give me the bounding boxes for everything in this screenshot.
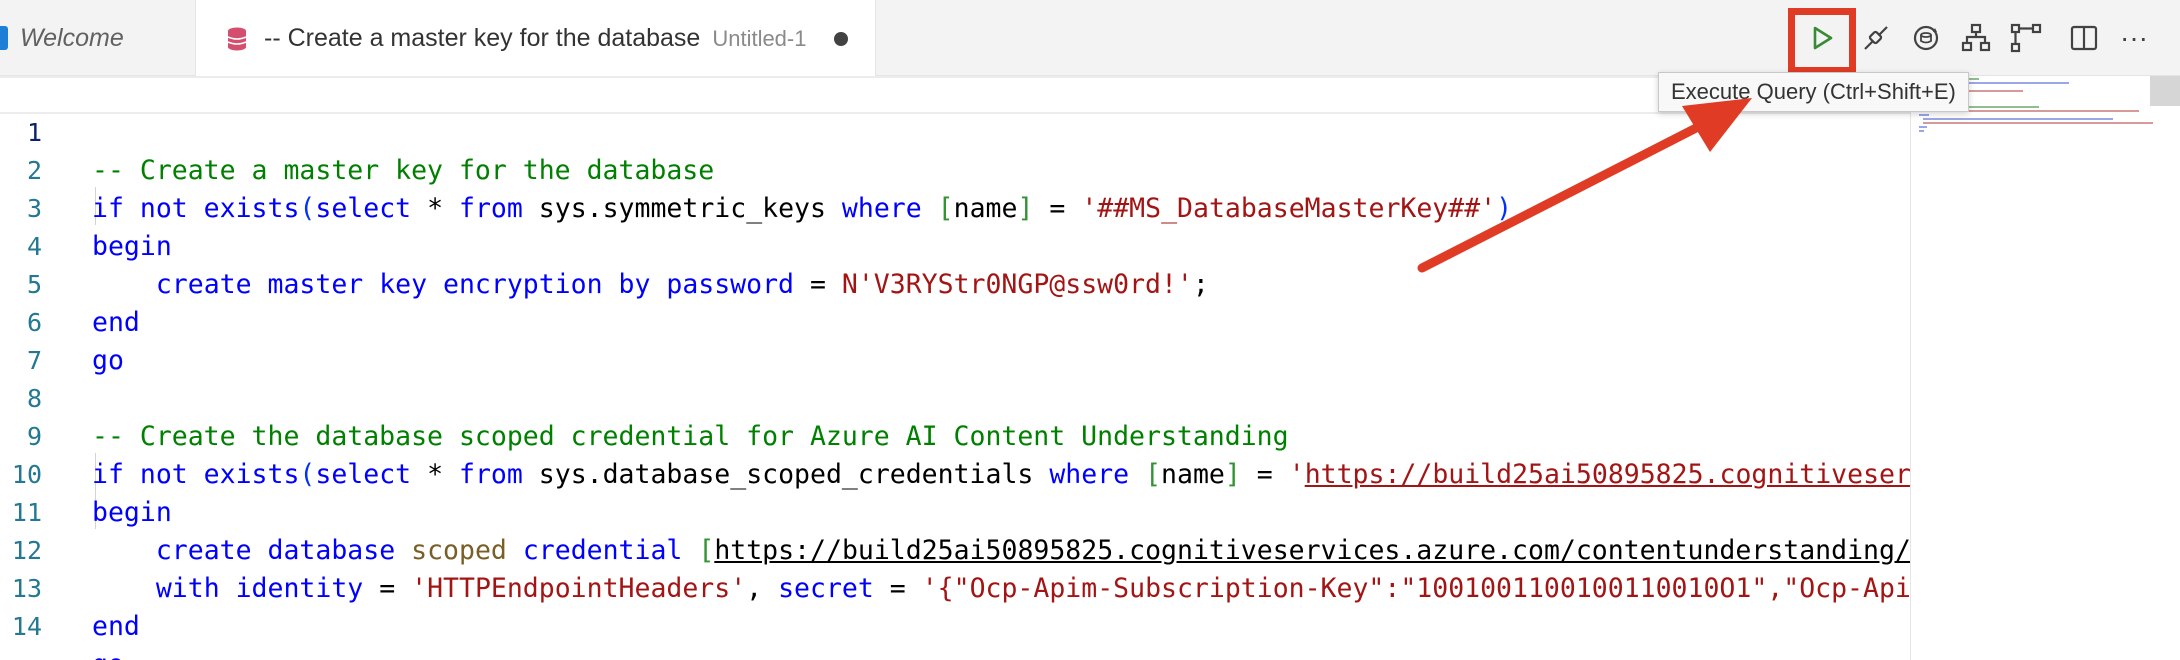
code-line[interactable]: 1 -- Create a master key for the databas… [0, 76, 1910, 186]
minimap-line [1919, 114, 1929, 116]
code-line[interactable]: 7 [0, 304, 1910, 375]
explain-plan-icon [1961, 23, 1991, 52]
connect-button[interactable] [1856, 18, 1896, 58]
scrollbar-thumb[interactable] [2150, 76, 2180, 106]
split-editor-icon [2070, 25, 2098, 51]
code-line[interactable]: 11 create database scoped credential [ht… [0, 456, 1910, 566]
code-line[interactable]: 14 go [0, 570, 1910, 660]
code-line[interactable]: 9 if not exists(select * from sys.databa… [0, 380, 1910, 490]
database-icon [227, 27, 247, 50]
code-editor[interactable]: 1 -- Create a master key for the databas… [0, 76, 1910, 660]
split-editor-button[interactable] [2064, 18, 2104, 58]
editor-tab-bar: Welcome -- Create a master key for the d… [0, 0, 2180, 77]
code-line[interactable]: 2 if not exists(select * from sys.symmet… [0, 114, 1910, 224]
code-line[interactable]: 8 -- Create the database scoped credenti… [0, 342, 1910, 452]
more-actions-button[interactable]: ··· [2114, 18, 2154, 58]
explain-button[interactable] [1956, 18, 1996, 58]
tab-welcome-label: Welcome [20, 23, 124, 52]
code-line[interactable]: 5 end [0, 228, 1910, 338]
code-line[interactable]: 6 go [0, 266, 1910, 376]
minimap-line [1919, 130, 1924, 132]
code-line[interactable]: 12 with identity = 'HTTPEndpointHeaders'… [0, 494, 1910, 604]
code-line[interactable]: 13 end [0, 532, 1910, 642]
line-text: go [92, 646, 124, 660]
minimap-line [1923, 118, 2113, 120]
minimap-line [1919, 126, 1927, 128]
estimated-plan-icon [2010, 23, 2042, 53]
minimap[interactable] [1910, 76, 2180, 660]
code-line[interactable]: 10 begin [0, 418, 1910, 528]
more-actions-icon: ··· [2120, 22, 2148, 53]
code-line[interactable]: 3 begin [0, 152, 1910, 262]
change-connection-button[interactable] [1906, 18, 1946, 58]
run-tooltip: Execute Query (Ctrl+Shift+E) [1658, 72, 1969, 112]
tab-untitled-1[interactable]: -- Create a master key for the database … [196, 0, 876, 77]
unsaved-changes-dot[interactable] [834, 31, 849, 46]
minimap-line [1923, 122, 2153, 124]
app-icon [0, 26, 8, 50]
code-line[interactable]: 4 create master key encryption by passwo… [0, 190, 1910, 300]
line-text: end [92, 611, 140, 642]
tab-file-name: Untitled-1 [712, 25, 807, 51]
tab-title: -- Create a master key for the database [264, 24, 701, 52]
change-connection-icon [1913, 25, 1939, 51]
connect-icon [1864, 26, 1888, 50]
line-number: 14 [11, 612, 42, 641]
tab-welcome[interactable]: Welcome [0, 0, 196, 76]
run-button-highlight [1788, 8, 1856, 74]
estimated-plan-button[interactable] [2006, 18, 2046, 58]
